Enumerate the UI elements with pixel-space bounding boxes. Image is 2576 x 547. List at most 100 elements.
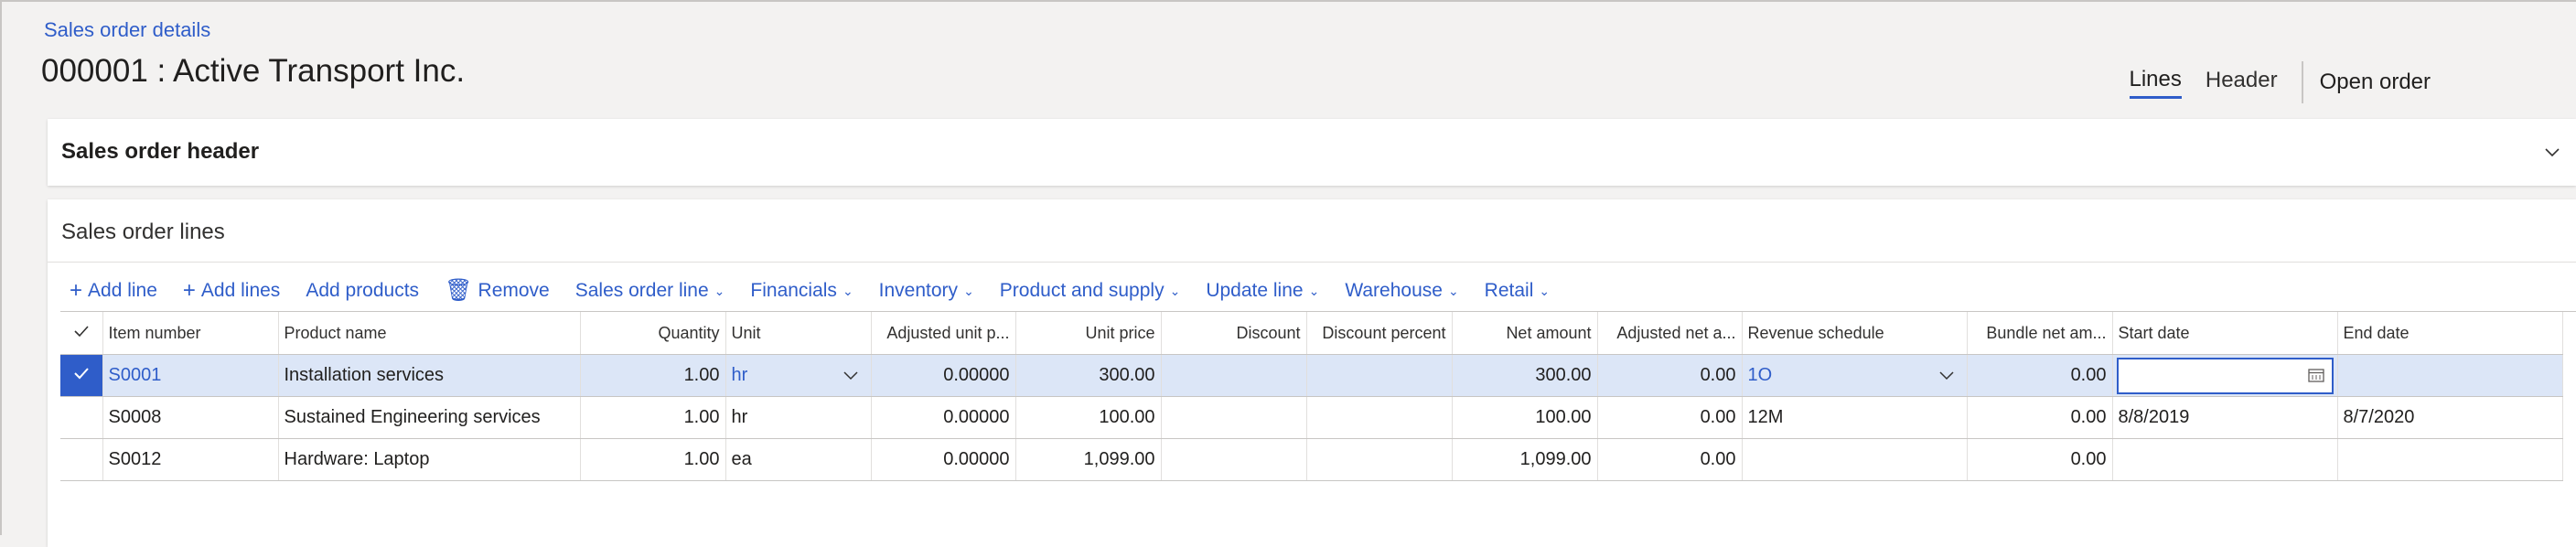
sales-order-lines-section: Sales order lines + Add line +Add lines A… (48, 199, 2576, 547)
row-checkbox[interactable] (60, 397, 102, 439)
discount-cell[interactable] (1161, 355, 1306, 397)
add-line-button[interactable]: + Add line (70, 280, 157, 302)
bundle-net-amount-cell[interactable]: 0.00 (1967, 439, 2112, 481)
unit-cell[interactable]: hr (725, 397, 871, 439)
grid-header-row: Item number Product name Quantity Unit A… (60, 312, 2562, 355)
quantity-cell[interactable]: 1.00 (580, 355, 725, 397)
divider (48, 262, 2576, 263)
adjusted-net-amount-cell[interactable]: 0.00 (1597, 397, 1742, 439)
column-header[interactable]: Revenue schedule (1742, 312, 1967, 355)
adjusted-unit-price-cell[interactable]: 0.00000 (871, 439, 1015, 481)
product-and-supply-menu[interactable]: Product and supply⌄ (1000, 280, 1181, 302)
item-number-cell[interactable]: S0008 (102, 397, 278, 439)
bundle-net-amount-cell[interactable]: 0.00 (1967, 355, 2112, 397)
quantity-cell[interactable]: 1.00 (580, 397, 725, 439)
unit-dropdown[interactable]: hr (725, 355, 871, 397)
end-date-cell[interactable]: 8/7/2020 (2337, 397, 2562, 439)
section-title: Sales order header (61, 139, 259, 165)
remove-button[interactable]: 🗑Remove (445, 280, 550, 302)
discount-cell[interactable] (1161, 397, 1306, 439)
button-label: Sales order line (575, 280, 709, 302)
row-checkbox[interactable] (60, 355, 102, 397)
bundle-net-amount-cell[interactable]: 0.00 (1967, 397, 2112, 439)
column-header[interactable]: Quantity (580, 312, 725, 355)
sales-order-lines-grid: Item number Product name Quantity Unit A… (60, 311, 2576, 481)
breadcrumb[interactable]: Sales order details (44, 18, 210, 42)
retail-menu[interactable]: Retail⌄ (1485, 280, 1550, 302)
product-name-cell[interactable]: Sustained Engineering services (278, 397, 580, 439)
net-amount-cell[interactable]: 300.00 (1452, 355, 1597, 397)
table-row[interactable]: S0012 Hardware: Laptop 1.00 ea 0.00000 1… (60, 439, 2562, 481)
column-header[interactable]: Bundle net am... (1967, 312, 2112, 355)
unit-price-cell[interactable]: 100.00 (1015, 397, 1161, 439)
product-name-cell[interactable]: Hardware: Laptop (278, 439, 580, 481)
adjusted-unit-price-cell[interactable]: 0.00000 (871, 355, 1015, 397)
column-header[interactable]: Unit price (1015, 312, 1161, 355)
discount-percent-cell[interactable] (1306, 397, 1452, 439)
column-header[interactable]: Item number (102, 312, 278, 355)
net-amount-cell[interactable]: 100.00 (1452, 397, 1597, 439)
row-checkbox[interactable] (60, 439, 102, 481)
start-date-cell[interactable] (2112, 439, 2337, 481)
tab-lines[interactable]: Lines (2130, 67, 2182, 99)
product-name-cell[interactable]: Installation services (278, 355, 580, 397)
update-line-menu[interactable]: Update line⌄ (1206, 280, 1319, 302)
adjusted-net-amount-cell[interactable]: 0.00 (1597, 355, 1742, 397)
column-header[interactable]: Net amount (1452, 312, 1597, 355)
column-header[interactable]: Unit (725, 312, 871, 355)
select-all-checkbox[interactable] (60, 312, 102, 355)
item-number-cell[interactable]: S0001 (102, 355, 278, 397)
add-products-button[interactable]: Add products (306, 280, 419, 302)
checkmark-icon (72, 322, 91, 340)
chevron-down-icon: ⌄ (714, 284, 725, 299)
end-date-cell[interactable] (2337, 355, 2562, 397)
calendar-icon[interactable] (2308, 368, 2324, 382)
trash-icon: 🗑 (445, 280, 472, 302)
table-row[interactable]: S0008 Sustained Engineering services 1.0… (60, 397, 2562, 439)
unit-price-cell[interactable]: 300.00 (1015, 355, 1161, 397)
revenue-schedule-cell[interactable] (1742, 439, 1967, 481)
button-label: Add line (88, 280, 157, 302)
plus-icon: + (70, 280, 82, 302)
revenue-schedule-value: 1O (1748, 365, 1773, 385)
item-number-cell[interactable]: S0012 (102, 439, 278, 481)
button-label: Update line (1206, 280, 1303, 302)
net-amount-cell[interactable]: 1,099.00 (1452, 439, 1597, 481)
financials-menu[interactable]: Financials⌄ (750, 280, 853, 302)
lines-toolbar: + Add line +Add lines Add products 🗑Remov… (70, 274, 1575, 307)
start-date-input[interactable] (2117, 358, 2334, 394)
column-header[interactable]: End date (2337, 312, 2562, 355)
tab-header[interactable]: Header (2206, 68, 2278, 97)
column-header[interactable]: Discount (1161, 312, 1306, 355)
unit-cell[interactable]: ea (725, 439, 871, 481)
chevron-down-icon[interactable] (2545, 145, 2560, 159)
revenue-schedule-dropdown[interactable]: 1O (1742, 355, 1967, 397)
table-row[interactable]: S0001 Installation services 1.00 hr 0.00… (60, 355, 2562, 397)
page-tabs: Lines Header Open order (2130, 64, 2576, 101)
column-header[interactable]: Discount percent (1306, 312, 1452, 355)
column-header[interactable]: Start date (2112, 312, 2337, 355)
chevron-down-icon: ⌄ (1170, 284, 1181, 299)
add-lines-button[interactable]: +Add lines (183, 280, 280, 302)
adjusted-unit-price-cell[interactable]: 0.00000 (871, 397, 1015, 439)
discount-percent-cell[interactable] (1306, 355, 1452, 397)
adjusted-net-amount-cell[interactable]: 0.00 (1597, 439, 1742, 481)
quantity-cell[interactable]: 1.00 (580, 439, 725, 481)
column-header[interactable]: Adjusted unit p... (871, 312, 1015, 355)
sales-order-header-section[interactable]: Sales order header (48, 119, 2576, 186)
discount-cell[interactable] (1161, 439, 1306, 481)
end-date-cell[interactable] (2337, 439, 2562, 481)
column-header[interactable]: Product name (278, 312, 580, 355)
warehouse-menu[interactable]: Warehouse⌄ (1345, 280, 1458, 302)
discount-percent-cell[interactable] (1306, 439, 1452, 481)
start-date-cell[interactable]: 8/8/2019 (2112, 397, 2337, 439)
unit-price-cell[interactable]: 1,099.00 (1015, 439, 1161, 481)
sales-order-line-menu[interactable]: Sales order line ⌄ (575, 280, 725, 302)
start-date-cell[interactable] (2112, 355, 2337, 397)
column-header[interactable]: Adjusted net a... (1597, 312, 1742, 355)
section-title: Sales order lines (61, 220, 225, 245)
button-label: Inventory (879, 280, 958, 302)
inventory-menu[interactable]: Inventory⌄ (879, 280, 974, 302)
revenue-schedule-cell[interactable]: 12M (1742, 397, 1967, 439)
open-order-button[interactable]: Open order (2320, 70, 2431, 95)
